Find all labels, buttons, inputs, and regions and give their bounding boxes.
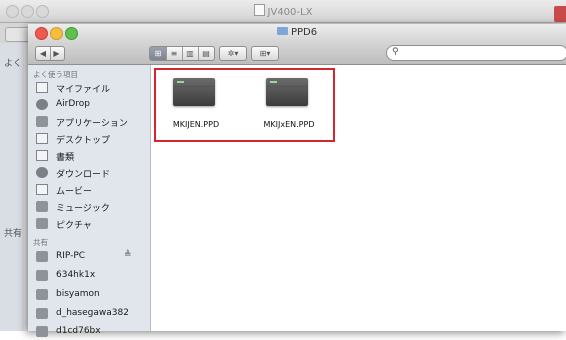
sidebar-item-bisyamon[interactable]: bisyamon xyxy=(36,287,148,303)
all-files-icon xyxy=(36,82,48,93)
sidebar-item-label: 書類 xyxy=(56,153,75,163)
magnifier-icon: ⚲ xyxy=(392,47,399,57)
music-icon xyxy=(36,201,48,212)
sidebar-item-d1cd76bx[interactable]: d1cd76bx xyxy=(36,324,148,340)
sidebar: よく使う項目 マイファイル AirDrop アプリケーション デスクトップ 書類… xyxy=(28,65,151,337)
sidebar-item-label: AirDrop xyxy=(56,99,91,109)
eject-icon[interactable]: ≜ xyxy=(124,250,132,260)
forward-button[interactable]: ▶ xyxy=(50,47,63,60)
list-view-button[interactable]: ≡ xyxy=(166,47,183,60)
sidebar-item-downloads[interactable]: ダウンロード xyxy=(36,165,148,181)
pictures-icon xyxy=(36,218,48,229)
downloads-icon xyxy=(36,167,48,178)
file-name: MKIJxEN.PPD xyxy=(263,120,315,129)
icon-view-button[interactable]: ⊞ xyxy=(150,47,167,60)
movies-icon xyxy=(36,184,48,195)
sidebar-item-applications[interactable]: アプリケーション xyxy=(36,114,148,130)
sidebar-item-label: ミュージック xyxy=(56,204,110,214)
sidebar-item-label: d1cd76bx xyxy=(56,326,101,336)
column-view-button[interactable]: ▥ xyxy=(182,47,199,60)
search-field[interactable]: ⚲ xyxy=(386,45,566,61)
file-item[interactable]: MKIJxEN.PPD xyxy=(248,78,330,138)
toolbar: ◀ ▶ ⊞ ≡ ▥ ▤ ✲▾ ⊞▾ ⚲ xyxy=(28,42,566,65)
arrange-menu-button[interactable]: ⊞▾ xyxy=(251,46,279,61)
computer-icon xyxy=(36,289,48,300)
favorites-section-label: よく使う項目 xyxy=(33,70,78,79)
background-title-wrap: JV400-LX xyxy=(0,4,566,18)
back-forward-buttons[interactable]: ◀ ▶ xyxy=(35,46,65,61)
sidebar-item-airdrop[interactable]: AirDrop xyxy=(36,97,148,113)
document-icon xyxy=(253,4,265,16)
window-titlebar[interactable]: PPD6 xyxy=(28,24,566,42)
sidebar-item-pictures[interactable]: ピクチャ xyxy=(36,216,148,232)
gear-icon: ✲▾ xyxy=(227,49,239,58)
grid-icon: ⊞▾ xyxy=(259,49,271,58)
background-sidebar-fragment: よく xyxy=(4,59,23,69)
sidebar-item-label: デスクトップ xyxy=(56,136,111,146)
sidebar-item-all-files[interactable]: マイファイル xyxy=(36,80,148,96)
shared-section-label: 共有 xyxy=(33,238,48,247)
sidebar-item-music[interactable]: ミュージック xyxy=(36,199,148,215)
background-sidebar: よく 共有 xyxy=(0,43,24,331)
file-name: MKIJEN.PPD xyxy=(172,120,220,129)
sidebar-item-d-hasegawa382[interactable]: d_hasegawa382 xyxy=(36,306,148,322)
desktop-icon xyxy=(36,133,48,144)
sidebar-item-label: ピクチャ xyxy=(56,221,92,231)
sidebar-item-634hk1x[interactable]: 634hk1x xyxy=(36,268,148,284)
folder-icon xyxy=(276,27,288,35)
back-button[interactable]: ◀ xyxy=(36,47,51,60)
finder-window: PPD6 ◀ ▶ ⊞ ≡ ▥ ▤ ✲▾ ⊞▾ ⚲ よく使う項目 マイファイル A… xyxy=(28,24,566,337)
sidebar-item-documents[interactable]: 書類 xyxy=(36,148,148,164)
background-sidebar-fragment: 共有 xyxy=(4,229,23,239)
airdrop-icon xyxy=(36,99,48,110)
documents-icon xyxy=(36,150,48,161)
sidebar-item-label: bisyamon xyxy=(56,289,100,299)
file-item[interactable]: MKIJEN.PPD xyxy=(155,78,237,138)
ppd-file-icon xyxy=(266,78,308,106)
sidebar-item-label: ダウンロード xyxy=(56,170,111,180)
ppd-file-icon xyxy=(173,78,215,106)
window-title: PPD6 xyxy=(290,27,318,38)
window-title-wrap: PPD6 xyxy=(28,27,566,38)
view-mode-control[interactable]: ⊞ ≡ ▥ ▤ xyxy=(149,46,215,61)
sidebar-item-label: ムービー xyxy=(56,187,93,197)
computer-icon xyxy=(36,308,48,319)
sidebar-item-label: アプリケーション xyxy=(56,119,128,129)
sidebar-item-label: d_hasegawa382 xyxy=(56,308,129,318)
sidebar-item-label: RIP-PC xyxy=(56,251,86,261)
background-window-title: JV400-LX xyxy=(267,7,313,18)
sidebar-item-movies[interactable]: ムービー xyxy=(36,182,148,198)
background-titlebar[interactable]: JV400-LX xyxy=(0,0,566,23)
sidebar-item-label: 634hk1x xyxy=(56,270,96,280)
computer-icon xyxy=(36,251,48,262)
computer-icon xyxy=(36,270,48,281)
sidebar-item-rip-pc[interactable]: RIP-PC ≜ xyxy=(36,249,148,265)
coverflow-view-button[interactable]: ▤ xyxy=(198,47,214,60)
background-accent xyxy=(554,6,566,22)
computer-icon xyxy=(36,326,48,337)
applications-icon xyxy=(36,116,48,127)
file-browser-content: MKIJEN.PPD MKIJxEN.PPD xyxy=(151,65,566,331)
sidebar-item-desktop[interactable]: デスクトップ xyxy=(36,131,148,147)
action-menu-button[interactable]: ✲▾ xyxy=(219,46,247,61)
sidebar-item-label: マイファイル xyxy=(56,85,111,95)
